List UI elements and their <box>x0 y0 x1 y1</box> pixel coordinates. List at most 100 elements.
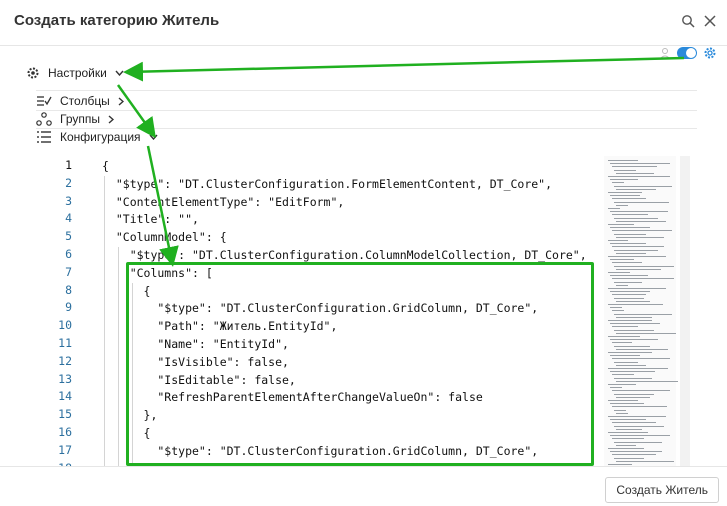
minimap-line <box>612 390 670 392</box>
minimap-line <box>616 412 628 414</box>
minimap-line <box>612 342 632 344</box>
minimap-line <box>614 361 638 363</box>
code-line: "ContentElementType": "EditForm", <box>102 194 345 209</box>
minimap-line <box>612 262 642 264</box>
code-line: "Title": "", <box>102 212 199 227</box>
chevron-down-icon <box>149 134 158 140</box>
minimap-line <box>610 323 660 325</box>
minimap-line <box>608 336 640 337</box>
minimap-line <box>610 291 650 293</box>
code-line: "ColumnModel": { <box>102 230 227 245</box>
minimap-line <box>614 393 654 395</box>
minimap-line <box>610 275 648 277</box>
minimap-line <box>616 300 650 302</box>
minimap-line <box>614 265 674 267</box>
settings-gear-icon <box>27 67 39 79</box>
minimap-line <box>608 384 636 385</box>
line-number: 7 <box>65 264 72 279</box>
line-number: 14 <box>58 389 72 404</box>
minimap-line <box>612 358 670 360</box>
minimap-line <box>614 201 669 203</box>
code-line: "Path": "Житель.EntityId", <box>102 319 338 334</box>
minimap-line <box>616 236 664 238</box>
minimap-line <box>610 307 622 309</box>
search-icon[interactable] <box>681 14 695 28</box>
minimap-line <box>614 329 654 331</box>
minimap-line <box>608 288 666 289</box>
minimap-line <box>612 198 646 200</box>
minimap-line <box>610 451 662 453</box>
minimap-line <box>616 460 674 462</box>
line-number: 11 <box>58 336 72 350</box>
line-number: 2 <box>65 175 72 190</box>
line-number: 4 <box>65 211 72 226</box>
minimap-line <box>616 172 654 174</box>
line-number: 6 <box>65 247 72 261</box>
minimap-line <box>608 400 638 401</box>
minimap-line <box>616 428 642 430</box>
dialog-header: Создать категорию Житель <box>0 0 727 46</box>
dialog-title: Создать категорию Житель <box>14 12 220 29</box>
code-line: "IsVisible": false, <box>102 354 289 369</box>
code-line: "$type": "DT.ClusterConfiguration.GridCo… <box>102 301 539 316</box>
minimap-line <box>608 352 652 353</box>
minimap-line <box>614 409 626 411</box>
toggle-switch[interactable] <box>677 47 697 59</box>
minimap-line <box>612 438 644 440</box>
minimap-line <box>608 416 666 417</box>
minimap-line <box>610 179 638 181</box>
minimap-line <box>610 355 640 357</box>
minimap-line <box>610 435 670 437</box>
minimap-line <box>608 176 670 177</box>
settings-item-label: Конфигурация <box>60 130 141 144</box>
annotation-arrow <box>123 56 685 82</box>
minimap-line <box>616 396 650 398</box>
code-line: { <box>102 283 151 298</box>
minimap-line <box>612 166 657 168</box>
minimap-line <box>614 457 644 459</box>
minimap-line <box>616 252 646 254</box>
code-area[interactable]: { "$type": "DT.ClusterConfiguration.Form… <box>102 154 680 466</box>
list-icon <box>37 131 51 143</box>
chevron-down-icon <box>115 70 124 76</box>
code-editor[interactable]: 123456789101112131415161718 { "$type": "… <box>36 154 680 466</box>
minimap-line <box>608 368 668 369</box>
code-line: "RefreshParentElementAfterChangeValueOn"… <box>102 390 483 405</box>
minimap-line <box>614 185 672 187</box>
divider <box>36 90 697 91</box>
divider <box>36 110 697 111</box>
create-button[interactable]: Создать Житель <box>605 477 719 503</box>
columns-icon <box>37 96 52 106</box>
settings-item-columns[interactable]: Столбцы <box>36 94 124 108</box>
minimap-line <box>610 163 670 165</box>
minimap-line <box>608 240 628 241</box>
editor-scrollbar[interactable] <box>680 156 690 466</box>
minimap-line <box>612 182 624 184</box>
settings-section[interactable]: Настройки <box>26 66 124 80</box>
groups-icon <box>36 112 52 126</box>
line-number: 3 <box>65 193 72 208</box>
minimap-line <box>610 339 658 341</box>
minimap-line <box>608 208 620 209</box>
minimap-line <box>612 246 664 248</box>
minimap-line <box>614 169 636 171</box>
minimap-line <box>610 259 634 261</box>
minimap-line <box>616 220 666 222</box>
settings-item-configuration[interactable]: Конфигурация <box>36 130 158 144</box>
user-icon[interactable] <box>659 47 671 59</box>
minimap-line <box>612 326 638 328</box>
minimap-line <box>612 214 648 216</box>
close-icon[interactable] <box>703 14 717 28</box>
minimap-line <box>614 425 664 427</box>
gear-icon[interactable] <box>703 46 717 60</box>
minimap-line <box>610 195 640 197</box>
settings-label: Настройки <box>48 66 107 80</box>
settings-item-groups[interactable]: Группы <box>36 112 114 126</box>
minimap-line <box>608 448 644 449</box>
minimap-line <box>616 188 656 190</box>
minimap-line <box>608 160 638 161</box>
minimap-line <box>610 371 655 373</box>
minimap-line <box>608 192 642 193</box>
code-minimap[interactable] <box>604 156 678 466</box>
minimap-line <box>608 224 634 225</box>
